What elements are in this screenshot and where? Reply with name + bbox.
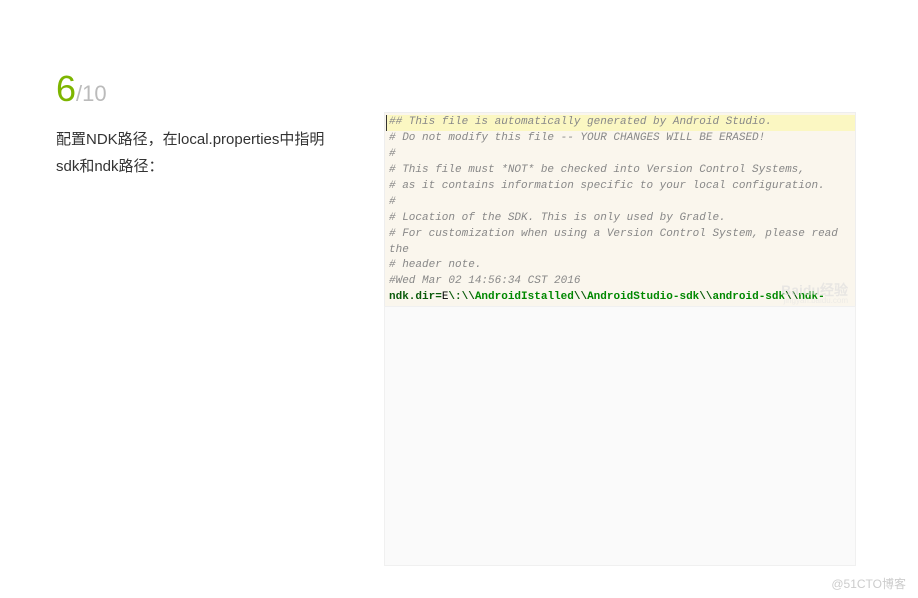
step-total: /10 [76, 81, 107, 106]
step-description: 配置NDK路径，在local.properties中指明sdk和ndk路径： [56, 126, 336, 180]
watermark-bottom-right: @51CTO博客 [831, 575, 906, 592]
code-line: # header note. [389, 258, 855, 274]
code-line: # [389, 195, 855, 211]
blank-panel [384, 306, 856, 566]
code-line: # For customization when using a Version… [389, 227, 855, 259]
code-line: # as it contains information specific to… [389, 179, 855, 195]
step-current: 6 [56, 68, 76, 109]
code-line: # [389, 147, 855, 163]
watermark-subtext: jingyan.baidu.com [784, 296, 848, 305]
code-line: # This file must *NOT* be checked into V… [389, 163, 855, 179]
step-counter: 6/10 [56, 68, 107, 110]
code-line: # Do not modify this file -- YOUR CHANGE… [389, 131, 855, 147]
code-line: # Location of the SDK. This is only used… [389, 211, 855, 227]
code-line: ## This file is automatically generated … [389, 116, 772, 128]
